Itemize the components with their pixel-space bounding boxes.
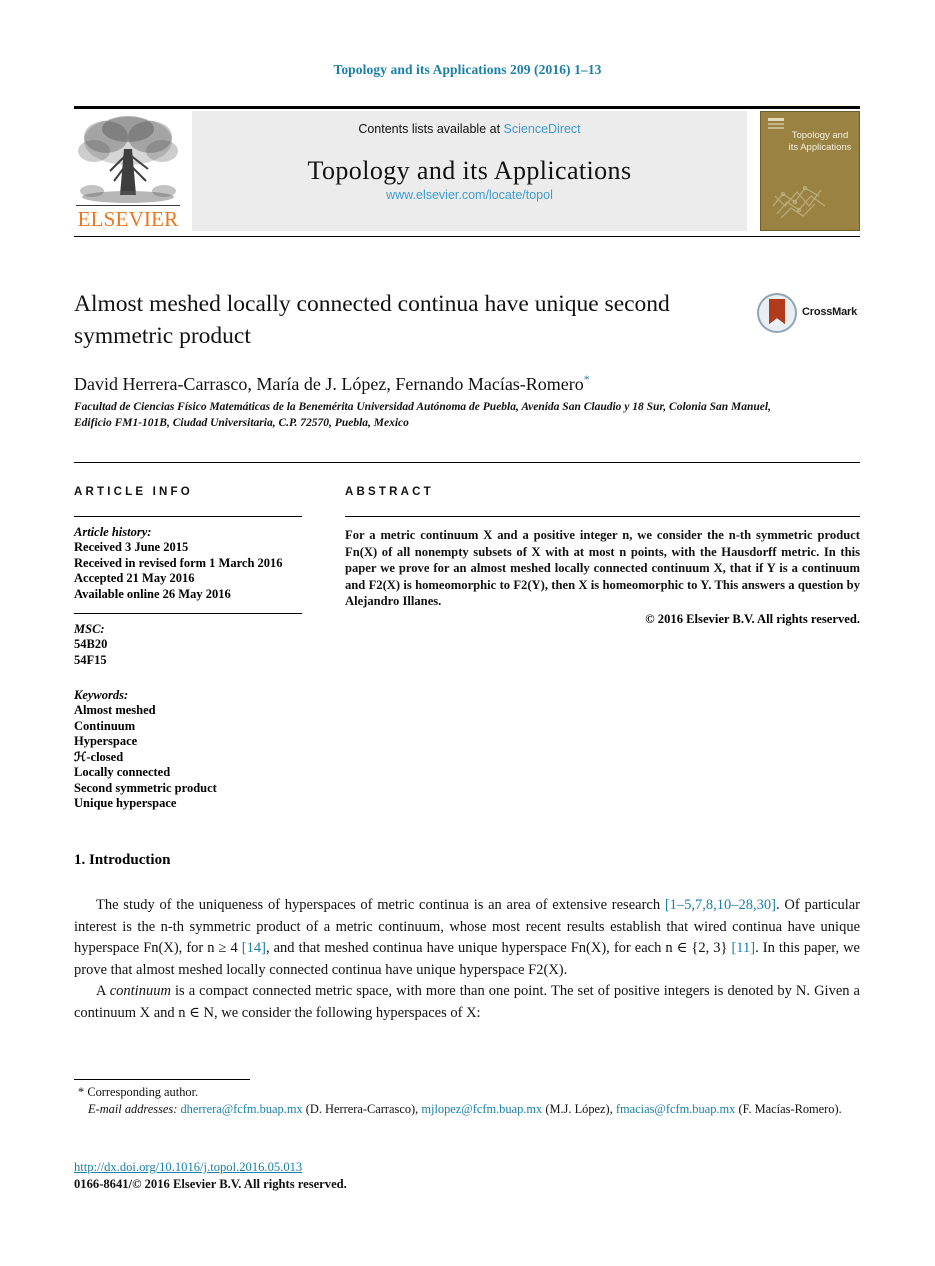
article-history-item: Received 3 June 2015 [74,540,189,554]
abstract-column: ABSTRACT For a metric continuum X and a … [345,486,860,627]
journal-homepage-link[interactable]: www.elsevier.com/locate/topol [386,188,553,202]
journal-title: Topology and its Applications [307,156,632,185]
sciencedirect-link[interactable]: ScienceDirect [504,122,581,136]
paragraph-2: A continuum is a compact connected metri… [74,981,860,1024]
citation-ref-14[interactable]: [14] [242,940,266,956]
email-link-2[interactable]: mjlopez@fcfm.buap.mx [421,1102,542,1116]
keyword-item: Continuum [74,718,136,733]
citation-ref-1[interactable]: [1–5,7,8,10–28,30] [665,897,776,913]
abstract-copyright: © 2016 Elsevier B.V. All rights reserved… [645,611,860,626]
author-names: David Herrera-Carrasco, María de J. Lópe… [74,374,584,394]
info-top-rule [74,462,860,463]
keyword-item: Locally connected [74,765,171,779]
para2-part-b: is a compact connected metric space, wit… [74,983,860,1021]
issn-copyright-line: 0166-8641/© 2016 Elsevier B.V. All right… [74,1177,347,1191]
elsevier-tree-icon [78,116,178,203]
contents-available-line: Contents lists available at ScienceDirec… [192,122,747,136]
footnote-marker: * [78,1085,85,1099]
abstract-heading: ABSTRACT [345,486,434,498]
cover-journal-title: Topology and its Applications [788,130,852,153]
article-history-item: Accepted 21 May 2016 [74,571,195,585]
msc-divider-rule [74,613,302,614]
keywords-block: Keywords: Almost meshed Continuum Hypers… [74,688,302,812]
footnote-block: * Corresponding author. E-mail addresses… [74,1084,860,1117]
article-history-label: Article history: [74,525,152,539]
elsevier-wordmark: ELSEVIER [77,207,179,231]
crossmark-badge[interactable]: CrossMark [757,293,861,333]
msc-label: MSC: [74,622,105,636]
keyword-item: Second symmetric product [74,780,217,795]
journal-masthead: ELSEVIER Contents lists available at Sci… [74,111,860,231]
article-history-item: Available online 26 May 2016 [74,586,231,601]
msc-block: MSC: 54B20 54F15 [74,622,302,668]
abstract-rule [345,516,860,517]
introduction-body: The study of the uniqueness of hyperspac… [74,895,860,1024]
article-info-heading: ARTICLE INFO [74,486,193,498]
email-owner-3: (F. Macías-Romero). [738,1101,842,1116]
citation-ref-11[interactable]: [11] [731,940,755,956]
section-heading-introduction: 1. Introduction [74,852,171,868]
msc-code: 54B20 [74,637,108,651]
masthead-bottom-rule [74,236,860,237]
author-affiliation: Facultad de Ciencias Físico Matemáticas … [74,401,771,429]
footnote-rule [74,1079,250,1080]
doi-and-issn-block: http://dx.doi.org/10.1016/j.topol.2016.0… [74,1159,860,1193]
article-info-column: ARTICLE INFO Article history: Received 3… [74,486,302,812]
article-info-rule [74,516,302,517]
cover-artwork-icon [772,185,826,219]
running-head: Topology and its Applications 209 (2016)… [333,62,602,77]
article-history-item: Received in revised form 1 March 2016 [74,555,283,570]
doi-link[interactable]: http://dx.doi.org/10.1016/j.topol.2016.0… [74,1160,302,1174]
contents-prefix-text: Contents lists available at [358,122,501,136]
email-link-3[interactable]: fmacias@fcfm.buap.mx [616,1102,735,1116]
email-owner-2: (M.J. López), [545,1101,613,1116]
paragraph-1: The study of the uniqueness of hyperspac… [74,895,860,981]
para1-part-a: The study of the uniqueness of hyperspac… [96,897,665,913]
corresponding-author-note: * Corresponding author. [74,1084,860,1101]
email-owner-1: (D. Herrera-Carrasco), [305,1101,419,1116]
email-link-1[interactable]: dherrera@fcfm.buap.mx [180,1102,302,1116]
keywords-label: Keywords: [74,688,129,702]
crossmark-icon [757,293,797,333]
email-addresses-note: E-mail addresses: dherrera@fcfm.buap.mx … [74,1101,860,1118]
masthead-top-rule [74,106,860,109]
para1-part-c: , and that meshed continua have unique h… [265,940,732,956]
para2-emphasis-continuum: continuum [109,983,171,999]
keyword-item: Almost meshed [74,703,156,717]
page-title: Almost meshed locally connected continua… [74,291,670,349]
msc-code: 54F15 [74,652,107,667]
elsevier-logo-divider [76,205,180,206]
author-list: David Herrera-Carrasco, María de J. Lópe… [74,372,860,395]
paper-page: Topology and its Applications 209 (2016)… [0,0,935,1266]
keyword-item: Unique hyperspace [74,796,177,810]
cover-elsevier-mark-icon [768,118,784,132]
crossmark-label: CrossMark [802,306,858,318]
abstract-text: For a metric continuum X and a positive … [345,528,860,608]
keyword-item: ℋ-closed [74,749,124,764]
journal-cover-thumbnail[interactable]: Topology and its Applications [760,111,860,231]
elsevier-logo: ELSEVIER [74,111,182,231]
corresponding-author-text: Corresponding author. [87,1085,199,1099]
corresponding-author-marker[interactable]: * [584,372,590,386]
para2-part-a: A [96,983,110,999]
keyword-item: Hyperspace [74,734,138,748]
journal-banner: Contents lists available at ScienceDirec… [192,111,747,231]
email-label: E-mail addresses: [88,1101,178,1116]
